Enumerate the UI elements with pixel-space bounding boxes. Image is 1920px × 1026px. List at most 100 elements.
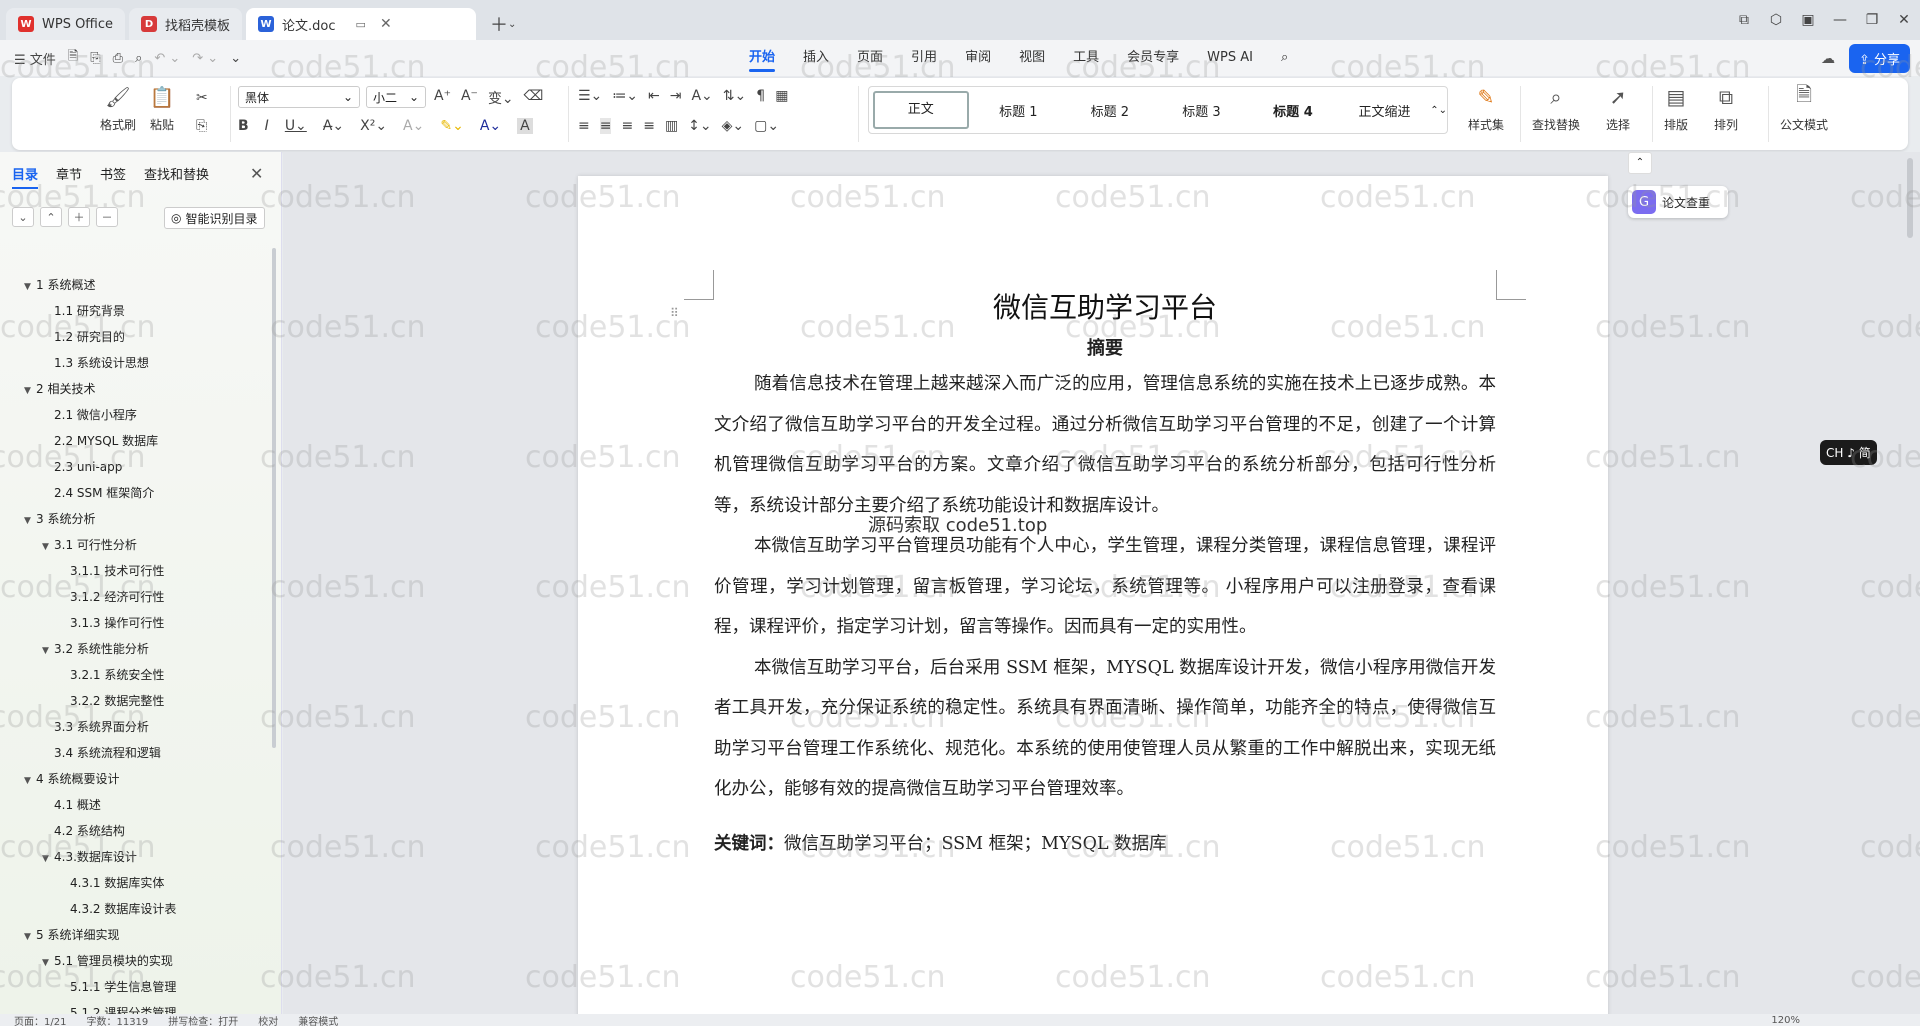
toc-item[interactable]: ▼ 5.1 管理员模块的实现 [0, 948, 272, 974]
superscript-icon[interactable]: X²⌄ [360, 118, 387, 134]
font-size-select[interactable]: 小二 ⌄ [366, 86, 426, 108]
find-replace-button[interactable]: ⌕ 查找替换 [1532, 84, 1580, 133]
toc-item[interactable]: ▼ 5 系统详细实现 [0, 922, 272, 948]
align-right-icon[interactable]: ≡ [621, 118, 633, 134]
toc-item[interactable]: 1.1 研究背景 [0, 298, 272, 324]
sidebar-scrollbar[interactable] [272, 248, 276, 748]
toc-item[interactable]: 5.1.1 学生信息管理 [0, 974, 272, 1000]
style-set-button[interactable]: ✎ 样式集 [1468, 84, 1504, 133]
toc-item[interactable]: ▼ 3 系统分析 [0, 506, 272, 532]
drag-handle-icon[interactable]: ⠿ [670, 306, 679, 320]
new-tab-button[interactable]: ＋ ⌄ [480, 8, 526, 40]
toc-item[interactable]: 2.4 SSM 框架简介 [0, 480, 272, 506]
style-gallery-scroll-icon[interactable]: ⌃⌄ [1430, 105, 1447, 116]
restore-icon[interactable]: ⧉ [1728, 12, 1760, 28]
save-icon[interactable]: 🗎 [68, 47, 78, 69]
window-icon[interactable]: ▭ [356, 18, 366, 31]
chat-icon[interactable]: ☁ [1821, 51, 1835, 67]
toc-item[interactable]: 1.2 研究目的 [0, 324, 272, 350]
toc-item[interactable]: 4.1 概述 [0, 792, 272, 818]
tab-view[interactable]: 视图 [1005, 40, 1059, 76]
caret-down-icon[interactable]: ▼ [42, 846, 54, 872]
tab-references[interactable]: 引用 [897, 40, 951, 76]
add-heading-icon[interactable]: ＋ [68, 207, 90, 227]
close-icon[interactable]: ✕ [250, 164, 263, 183]
toc-item[interactable]: 3.1.3 操作可行性 [0, 610, 272, 636]
align-left-icon[interactable]: ≡ [578, 118, 590, 134]
shading-icon[interactable]: ◈⌄ [722, 118, 745, 134]
style-normal[interactable]: 正文 [873, 91, 969, 129]
distributed-icon[interactable]: ▥ [665, 118, 678, 134]
remove-heading-icon[interactable]: － [96, 207, 118, 227]
tab-docer[interactable]: D 找稻壳模板 [129, 8, 243, 40]
table-grid-icon[interactable]: ▦ [775, 88, 788, 104]
ime-indicator[interactable]: CH ♪ 简 [1820, 440, 1877, 465]
print-preview-icon[interactable]: ⌕ [135, 51, 142, 66]
char-shading-icon[interactable]: A [517, 118, 533, 134]
clear-format-icon[interactable]: ⌫ [524, 88, 544, 108]
toc-item[interactable]: 3.1.1 技术可行性 [0, 558, 272, 584]
caret-down-icon[interactable]: ▼ [24, 924, 36, 950]
toc-item[interactable]: 3.2.2 数据完整性 [0, 688, 272, 714]
cube-icon[interactable]: ⬡ [1760, 12, 1792, 28]
toc-item[interactable]: 3.2.1 系统安全性 [0, 662, 272, 688]
numbered-list-icon[interactable]: ≔⌄ [612, 88, 638, 104]
tab-home[interactable]: 开始 [735, 40, 789, 76]
collapse-icon[interactable]: ⌄ [12, 207, 34, 227]
justify-icon[interactable]: ≡ [643, 118, 655, 134]
plagiarism-check-button[interactable]: G 论文查重 [1628, 186, 1728, 218]
bold-icon[interactable]: B [238, 118, 249, 134]
file-menu[interactable]: ☰ 文件 [14, 49, 56, 68]
more-icon[interactable]: ⌄ [230, 51, 241, 66]
toc-item[interactable]: 2.1 微信小程序 [0, 402, 272, 428]
nav-tab-bookmarks[interactable]: 书签 [100, 164, 126, 189]
nav-tab-find[interactable]: 查找和替换 [144, 164, 209, 189]
increase-indent-icon[interactable]: ⇥ [670, 88, 682, 104]
share-button[interactable]: ⇪ 分享 [1848, 44, 1910, 73]
decrease-indent-icon[interactable]: ⇤ [648, 88, 660, 104]
redo-icon[interactable]: ↷ ⌄ [192, 51, 218, 66]
phonetic-icon[interactable]: 变⌄ [488, 88, 514, 108]
toc-item[interactable]: ▼ 1 系统概述 [0, 272, 272, 298]
status-zoom[interactable]: 120% [1771, 1015, 1800, 1026]
strikethrough-icon[interactable]: A̶⌄ [323, 118, 344, 134]
toc-item[interactable]: ▼ 3.1 可行性分析 [0, 532, 272, 558]
select-button[interactable]: ➚ 选择 [1604, 84, 1632, 133]
undo-icon[interactable]: ↶ ⌄ [154, 51, 180, 66]
italic-icon[interactable]: I [265, 118, 269, 134]
tab-wps-ai[interactable]: WPS AI [1193, 40, 1267, 76]
style-heading-3[interactable]: 标题 3 [1156, 101, 1248, 120]
border-icon[interactable]: ▢⌄ [754, 118, 779, 134]
text-effect-icon[interactable]: A⌄ [403, 118, 424, 134]
toc-item[interactable]: ▼ 4.3.数据库设计 [0, 844, 272, 870]
caret-down-icon[interactable]: ▼ [42, 638, 54, 664]
toc-item[interactable]: ▼ 4 系统概要设计 [0, 766, 272, 792]
toc-item[interactable]: 4.3.1 数据库实体 [0, 870, 272, 896]
sort-icon[interactable]: ⇅⌄ [723, 88, 746, 104]
layout-button[interactable]: ▤ 排版 [1662, 84, 1690, 133]
format-painter-button[interactable]: 🖌 格式刷 [100, 84, 136, 133]
official-mode-button[interactable]: 🗎 公文模式 [1780, 82, 1828, 133]
tab-page[interactable]: 页面 [843, 40, 897, 76]
style-heading-4[interactable]: 标题 4 [1247, 101, 1339, 120]
toc-item[interactable]: 3.3 系统界面分析 [0, 714, 272, 740]
style-body-indent[interactable]: 正文缩进 [1339, 101, 1431, 120]
toc-item[interactable]: 3.1.2 经济可行性 [0, 584, 272, 610]
status-spellcheck[interactable]: 拼写检查：打开 [168, 1014, 238, 1026]
image-icon[interactable]: ▣ [1792, 12, 1824, 28]
close-window-icon[interactable]: ✕ [1888, 12, 1920, 28]
smart-toc-button[interactable]: ◎ 智能识别目录 [164, 207, 265, 229]
expand-icon[interactable]: ⌃ [40, 207, 62, 227]
toc-item[interactable]: 2.2 MYSQL 数据库 [0, 428, 272, 454]
close-tab-icon[interactable]: ✕ [380, 16, 392, 32]
toc-item[interactable]: 4.3.2 数据库设计表 [0, 896, 272, 922]
nav-tab-chapters[interactable]: 章节 [56, 164, 82, 189]
text-direction-icon[interactable]: A⌄ [691, 88, 712, 104]
toc-item[interactable]: 2.3 uni-app [0, 454, 272, 480]
underline-icon[interactable]: U⌄ [285, 118, 307, 134]
style-heading-1[interactable]: 标题 1 [973, 101, 1065, 120]
arrange-button[interactable]: ⧉ 排列 [1712, 84, 1740, 133]
toc-item[interactable]: ▼ 3.2 系统性能分析 [0, 636, 272, 662]
caret-down-icon[interactable]: ▼ [24, 508, 36, 534]
font-color-icon[interactable]: A⌄ [480, 118, 501, 134]
